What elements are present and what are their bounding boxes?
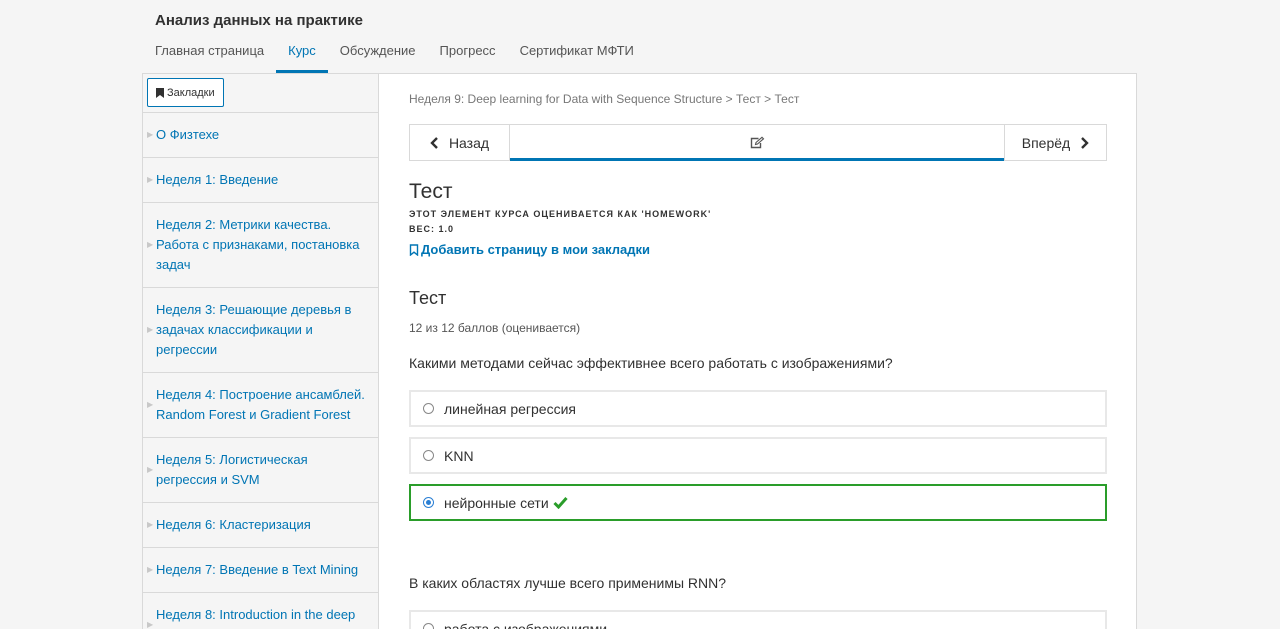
radio-button-selected[interactable] xyxy=(423,497,434,508)
chevron-right-icon xyxy=(1081,136,1089,149)
sidebar-item-label: Неделя 4: Построение ансамблей. Random F… xyxy=(156,387,365,422)
course-title: Анализ данных на практике xyxy=(155,12,363,29)
tab-certificate[interactable]: Сертификат МФТИ xyxy=(508,40,646,73)
question-1: Какими методами сейчас эффективнее всего… xyxy=(409,355,893,371)
answer-label: линейная регрессия xyxy=(444,400,576,417)
sidebar-item-label: Неделя 5: Логистическая регрессия и SVM xyxy=(156,452,308,487)
answer-label: работа с изображениями xyxy=(444,620,608,629)
sidebar-item-week-6[interactable]: ▶ Неделя 6: Кластеризация xyxy=(143,503,379,548)
bookmark-icon xyxy=(156,87,164,98)
answer-label: нейронные сети xyxy=(444,494,549,511)
caret-right-icon: ▶ xyxy=(147,520,154,529)
answer-option[interactable]: линейная регрессия xyxy=(409,390,1107,427)
sidebar-item-week-2[interactable]: ▶ Неделя 2: Метрики качества. Работа с пр… xyxy=(143,203,379,288)
answer-option[interactable]: работа с изображениями xyxy=(409,610,1107,629)
tab-home[interactable]: Главная страница xyxy=(143,40,276,73)
graded-notice: ЭТОТ ЭЛЕМЕНТ КУРСА ОЦЕНИВАЕТСЯ КАК 'HOME… xyxy=(409,209,712,219)
bookmarks-button-label: Закладки xyxy=(167,86,215,99)
course-container: Закладки ▶ О Физтехе ▶ Неделя 1: Введение … xyxy=(142,73,1137,629)
sequence-nav: Назад Вперёд xyxy=(409,124,1107,161)
unit-title: Тест xyxy=(409,180,453,203)
sidebar-list: ▶ О Физтехе ▶ Неделя 1: Введение ▶ Неделя 2… xyxy=(143,112,379,629)
sidebar-item-label: Неделя 3: Решающие деревья в задачах кла… xyxy=(156,302,352,357)
tab-progress[interactable]: Прогресс xyxy=(428,40,508,73)
caret-right-icon: ▶ xyxy=(147,400,154,409)
caret-right-icon: ▶ xyxy=(147,565,154,574)
sidebar-item-week-8[interactable]: ▶Неделя 8: Introduction in the deep lear… xyxy=(143,593,379,629)
sidebar-item-label: Неделя 2: Метрики качества. Работа с при… xyxy=(156,217,360,272)
sidebar-item-week-5[interactable]: ▶ Неделя 5: Логистическая регрессия и SVM xyxy=(143,438,379,503)
course-outline-sidebar: Закладки ▶ О Физтехе ▶ Неделя 1: Введение … xyxy=(143,74,379,629)
sidebar-item-label: Неделя 7: Введение в Text Mining xyxy=(156,562,359,577)
bookmarks-button[interactable]: Закладки xyxy=(147,78,224,107)
caret-right-icon: ▶ xyxy=(147,620,154,629)
answer-option-correct[interactable]: нейронные сети xyxy=(409,484,1107,521)
caret-right-icon: ▶ xyxy=(147,175,154,184)
add-bookmark-link[interactable]: Добавить страницу в мои закладки xyxy=(409,242,650,257)
tab-discussion[interactable]: Обсуждение xyxy=(328,40,428,73)
sidebar-item-week-7[interactable]: ▶ Неделя 7: Введение в Text Mining xyxy=(143,548,379,593)
radio-button[interactable] xyxy=(423,450,434,461)
course-tabs: Главная страница Курс Обсуждение Прогрес… xyxy=(143,40,646,73)
radio-button[interactable] xyxy=(423,623,434,629)
tab-course[interactable]: Курс xyxy=(276,40,328,73)
caret-right-icon: ▶ xyxy=(147,240,154,249)
course-content: Неделя 9: Deep learning for Data with Se… xyxy=(409,74,1107,629)
answer-label: KNN xyxy=(444,447,474,464)
next-button-label: Вперёд xyxy=(1021,134,1071,151)
answer-option[interactable]: KNN xyxy=(409,437,1107,474)
active-unit-indicator xyxy=(510,158,1004,161)
problem-score: 12 из 12 баллов (оценивается) xyxy=(409,321,581,335)
chevron-left-icon xyxy=(430,136,438,149)
sidebar-item-label: Неделя 6: Кластеризация xyxy=(156,517,311,532)
edit-icon xyxy=(750,136,765,148)
sidebar-item-about[interactable]: ▶ О Физтехе xyxy=(143,113,379,158)
sidebar-item-week-4[interactable]: ▶ Неделя 4: Построение ансамблей. Random … xyxy=(143,373,379,438)
next-button[interactable]: Вперёд xyxy=(1004,125,1106,160)
sidebar-item-week-1[interactable]: ▶ Неделя 1: Введение xyxy=(143,158,379,203)
radio-button[interactable] xyxy=(423,403,434,414)
bookmark-outline-icon xyxy=(409,243,419,256)
weight-notice: ВЕС: 1.0 xyxy=(409,224,455,234)
add-bookmark-label: Добавить страницу в мои закладки xyxy=(421,242,651,257)
caret-right-icon: ▶ xyxy=(147,325,154,334)
checkmark-icon xyxy=(553,497,568,509)
caret-right-icon: ▶ xyxy=(147,465,154,474)
problem-title: Тест xyxy=(409,288,447,308)
previous-button[interactable]: Назад xyxy=(410,125,510,160)
sidebar-item-week-3[interactable]: ▶ Неделя 3: Решающие деревья в задачах кл… xyxy=(143,288,379,373)
question-2: В каких областях лучше всего применимы R… xyxy=(409,575,727,591)
sequence-unit-tab[interactable] xyxy=(510,125,1004,161)
sidebar-item-label: Неделя 8: Introduction in the deep learn… xyxy=(156,607,356,629)
caret-right-icon: ▶ xyxy=(147,130,154,139)
sidebar-item-label: О Физтехе xyxy=(156,127,220,142)
breadcrumb: Неделя 9: Deep learning for Data with Se… xyxy=(409,92,800,106)
previous-button-label: Назад xyxy=(448,134,490,151)
sidebar-item-label: Неделя 1: Введение xyxy=(156,172,279,187)
